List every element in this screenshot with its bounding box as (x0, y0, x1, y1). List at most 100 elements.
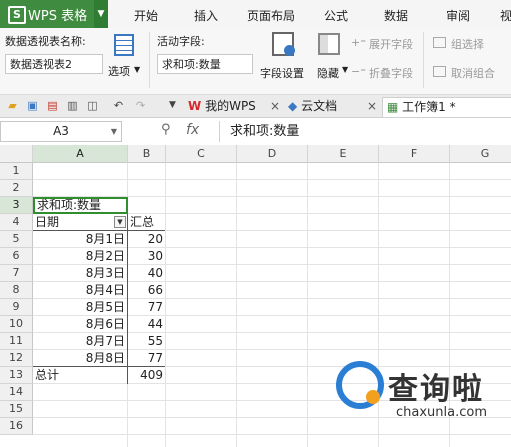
zoom-icon[interactable]: ⚲ (161, 122, 171, 137)
row-header[interactable]: 10 (0, 316, 33, 333)
column-header-c[interactable]: C (166, 145, 237, 163)
pivot-value-header-cell[interactable]: 求和项:数量 (33, 197, 128, 214)
formula-bar: A3 ▼ ⚲ fx 求和项:数量 (0, 118, 511, 146)
tab-label: 我的WPS (205, 99, 256, 113)
value-cell[interactable]: 77 (128, 350, 163, 367)
gridline (165, 163, 166, 447)
value-cell[interactable]: 40 (128, 265, 163, 282)
select-all-corner[interactable] (0, 145, 33, 163)
tab-formula[interactable]: 公式 (324, 7, 348, 24)
pivot-total-header[interactable]: 汇总 (130, 214, 164, 231)
date-cell[interactable]: 8月6日 (33, 316, 125, 333)
gear-icon (284, 45, 295, 56)
date-cell[interactable]: 8月3日 (33, 265, 125, 282)
tab-view[interactable]: 视 (500, 7, 511, 24)
column-header-f[interactable]: F (379, 145, 450, 163)
tab-page-layout[interactable]: 页面布局 (247, 7, 295, 24)
row-header[interactable]: 6 (0, 248, 33, 265)
collapse-field-button[interactable]: 折叠字段 (369, 65, 413, 81)
column-header-g[interactable]: G (450, 145, 511, 163)
chevron-down-icon: ▼ (94, 0, 108, 28)
row-header[interactable]: 11 (0, 333, 33, 350)
column-header-d[interactable]: D (237, 145, 308, 163)
row-header[interactable]: 2 (0, 180, 33, 197)
row-header[interactable]: 1 (0, 163, 33, 180)
redo-icon[interactable]: ↷ (134, 99, 147, 112)
row-header[interactable]: 13 (0, 367, 33, 384)
field-settings-button[interactable]: 字段设置 (260, 65, 304, 81)
value-cell[interactable]: 30 (128, 248, 163, 265)
value-cell[interactable]: 55 (128, 333, 163, 350)
column-header-b[interactable]: B (128, 145, 166, 163)
save-icon[interactable]: ▣ (26, 99, 39, 112)
row-header[interactable]: 15 (0, 401, 33, 418)
pivot-options-icon[interactable] (114, 34, 134, 56)
ungroup-button[interactable]: 取消组合 (451, 65, 495, 81)
tab-data[interactable]: 数据 (384, 7, 408, 24)
spreadsheet-icon: ▦ (387, 100, 399, 114)
column-header-e[interactable]: E (308, 145, 379, 163)
pivot-name-label: 数据透视表名称: (5, 35, 86, 48)
expand-field-button[interactable]: 展开字段 (369, 36, 413, 52)
date-cell[interactable]: 8月1日 (33, 231, 125, 248)
print-preview-icon[interactable]: ◫ (86, 99, 99, 112)
menu-bar: S WPS 表格 ▼ 开始 插入 页面布局 公式 数据 审阅 视 (0, 0, 511, 28)
date-cell[interactable]: 8月2日 (33, 248, 125, 265)
date-cell[interactable]: 8月8日 (33, 350, 125, 367)
open-folder-icon[interactable]: ▰ (6, 99, 19, 112)
row-header[interactable]: 12 (0, 350, 33, 367)
fx-icon[interactable]: fx (186, 122, 199, 138)
filter-dropdown-button[interactable]: ▼ (114, 216, 126, 228)
date-cell[interactable]: 8月5日 (33, 299, 125, 316)
value-cell[interactable]: 66 (128, 282, 163, 299)
row-header[interactable]: 5 (0, 231, 33, 248)
close-icon[interactable]: × (367, 97, 377, 116)
pivot-border (127, 214, 128, 384)
tab-workbook[interactable]: ▦ 工作簿1 * (382, 97, 511, 117)
close-icon[interactable]: × (270, 97, 280, 116)
hide-icon[interactable] (318, 33, 340, 55)
pivot-date-header[interactable]: 日期 (35, 214, 115, 231)
tab-my-wps[interactable]: W 我的WPS (188, 97, 256, 116)
value-cell[interactable]: 77 (128, 299, 163, 316)
undo-icon[interactable]: ↶ (112, 99, 125, 112)
pivot-border (33, 230, 165, 231)
gridline (307, 163, 308, 447)
row-header[interactable]: 7 (0, 265, 33, 282)
column-header-a[interactable]: A (33, 145, 128, 163)
tab-insert[interactable]: 插入 (194, 7, 218, 24)
formula-input[interactable]: 求和项:数量 (219, 121, 511, 142)
chevron-down-icon: ▼ (110, 127, 117, 136)
date-cell[interactable]: 8月7日 (33, 333, 125, 350)
grand-total-value[interactable]: 409 (128, 367, 163, 384)
row-header[interactable]: 3 (0, 197, 33, 214)
hide-button[interactable]: 隐藏 (317, 65, 339, 81)
app-menu-button[interactable]: S WPS 表格 ▼ (0, 0, 108, 28)
active-field-input[interactable]: 求和项:数量 (157, 54, 253, 74)
tab-home[interactable]: 开始 (134, 7, 158, 24)
print-icon[interactable]: ▥ (66, 99, 79, 112)
chevron-down-icon[interactable]: ▼ (166, 99, 179, 112)
value-cell[interactable]: 44 (128, 316, 163, 333)
options-label[interactable]: 选项 (108, 63, 130, 79)
group-selection-button[interactable]: 组选择 (451, 36, 484, 52)
tab-review[interactable]: 审阅 (446, 7, 470, 24)
export-pdf-icon[interactable]: ▤ (46, 99, 59, 112)
pivot-name-input[interactable]: 数据透视表2 (5, 54, 103, 74)
gridline (378, 163, 379, 447)
row-header[interactable]: 9 (0, 299, 33, 316)
date-cell[interactable]: 8月4日 (33, 282, 125, 299)
tab-cloud-docs[interactable]: ◆ 云文档 (288, 97, 337, 116)
value-cell[interactable]: 20 (128, 231, 163, 248)
row-header[interactable]: 8 (0, 282, 33, 299)
row-header[interactable]: 14 (0, 384, 33, 401)
gridline (33, 434, 511, 435)
ribbon-divider (149, 32, 150, 88)
ribbon-divider (423, 32, 424, 88)
grand-total-label[interactable]: 总计 (35, 367, 115, 384)
name-box[interactable]: A3 ▼ (0, 121, 122, 142)
active-field-label: 活动字段: (157, 35, 205, 48)
row-header[interactable]: 16 (0, 418, 33, 435)
watermark-name: 查询啦 (388, 372, 484, 407)
row-header[interactable]: 4 (0, 214, 33, 231)
